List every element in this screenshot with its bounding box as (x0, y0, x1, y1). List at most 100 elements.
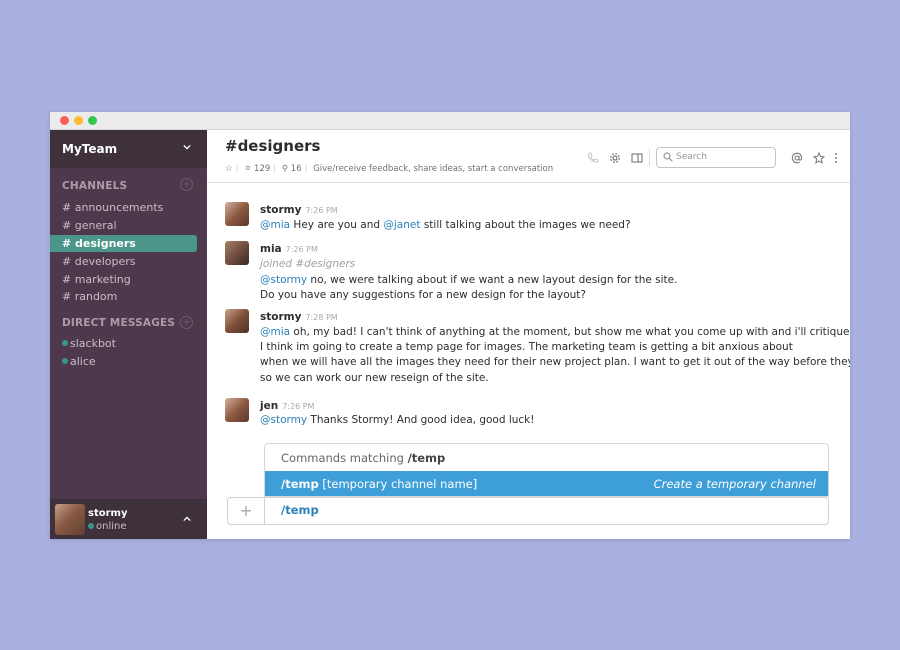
text-segment: Hey are you and (290, 219, 384, 231)
pin-count[interactable]: 16 (291, 164, 302, 174)
command-argument: [temporary channel name] (318, 477, 478, 491)
message-text: @mia oh, my bad! I can't think of anythi… (260, 325, 850, 338)
dm-label: slackbot (70, 337, 116, 350)
author-name: jen (260, 400, 279, 412)
avatar[interactable] (225, 398, 249, 422)
search-input[interactable]: Search (656, 147, 776, 168)
minimize-window-button[interactable] (74, 116, 83, 125)
user-mention[interactable]: @mia (260, 219, 290, 231)
channel-label: random (74, 290, 118, 303)
user-status: online (88, 521, 127, 532)
header-divider (649, 149, 650, 166)
channel-meta: ☆ | ⚪ 129 | ⚲ 16 | Give/receive feedback, s… (225, 164, 554, 174)
gear-icon[interactable] (609, 152, 621, 164)
command-suggestions: Commands matching /temp /temp [temporary… (264, 443, 829, 497)
team-name: MyTeam (62, 142, 118, 156)
user-mention[interactable]: @mia (260, 326, 290, 338)
dm-label: alice (70, 355, 96, 368)
add-channel-icon[interactable]: + (180, 178, 193, 191)
message-text: so we can work our new reseign of the si… (260, 372, 489, 384)
avatar[interactable] (225, 309, 249, 333)
channel-developers[interactable]: # developers (50, 253, 197, 270)
presence-dot-icon (62, 358, 68, 364)
channel-label: developers (74, 255, 136, 268)
message-text: @stormy Thanks Stormy! And good idea, go… (260, 414, 534, 426)
channel-label: announcements (74, 201, 164, 214)
user-name: stormy (88, 508, 128, 519)
search-placeholder: Search (676, 152, 707, 162)
suggestion-description: Create a temporary channel (653, 477, 816, 491)
add-dm-icon[interactable]: + (180, 316, 193, 329)
message-time[interactable]: 7:28 PM (305, 313, 337, 322)
star-icon[interactable]: ☆ (225, 164, 233, 174)
message-text: when we will have all the images they ne… (260, 356, 850, 368)
author-name: stormy (260, 204, 302, 216)
message-time[interactable]: 7:26 PM (286, 245, 318, 254)
channel-label: general (74, 219, 117, 232)
user-mention[interactable]: @stormy (260, 414, 307, 426)
channel-random[interactable]: # random (50, 288, 197, 305)
mentions-icon[interactable] (791, 152, 803, 164)
search-icon (663, 152, 673, 162)
sidebar-toggle-icon[interactable] (631, 152, 643, 164)
channel-topic[interactable]: Give/receive feedback, share ideas, star… (313, 164, 553, 174)
channel-label: designers (75, 237, 136, 250)
member-count[interactable]: 129 (254, 164, 270, 174)
channel-general[interactable]: # general (50, 217, 197, 234)
message-text: @mia Hey are you and @janet still talkin… (260, 219, 631, 231)
plus-icon[interactable]: + (228, 498, 265, 524)
team-menu[interactable]: MyTeam (50, 130, 207, 168)
pin-icon[interactable]: ⚲ (282, 164, 288, 174)
message-time[interactable]: 7:26 PM (282, 402, 314, 411)
avatar[interactable] (225, 241, 249, 265)
channel-header: #designers ☆ | ⚪ 129 | ⚲ 16 | Give/receive … (207, 130, 850, 183)
sidebar: MyTeam CHANNELS + # announcements # gene… (50, 130, 207, 539)
user-mention[interactable]: @stormy (260, 274, 307, 286)
message-input[interactable]: /temp (281, 503, 319, 517)
message-text: I think im going to create a temp page f… (260, 341, 793, 353)
message-author[interactable]: stormy 7:28 PM (260, 311, 338, 323)
user-menu[interactable]: stormy online (50, 499, 207, 539)
text-segment: still talking about the images we need? (420, 219, 631, 231)
text-segment: oh, my bad! I can't think of anything at… (290, 326, 850, 338)
heart-icon (62, 340, 68, 346)
suggestions-heading: Commands matching /temp (281, 451, 445, 465)
close-window-button[interactable] (60, 116, 69, 125)
members-icon[interactable]: ⚪ (244, 164, 251, 174)
author-name: mia (260, 243, 282, 255)
command-name: /temp (281, 477, 319, 491)
title-bar (50, 112, 850, 130)
dm-alice[interactable]: alice (50, 353, 197, 370)
channel-announcements[interactable]: # announcements (50, 199, 197, 216)
user-mention[interactable]: @janet (383, 219, 420, 231)
avatar[interactable] (225, 202, 249, 226)
star-icon[interactable] (813, 152, 825, 164)
text-segment: Thanks Stormy! And good idea, good luck! (307, 414, 535, 426)
dm-heading[interactable]: DIRECT MESSAGES (62, 317, 175, 329)
suggestion-item[interactable]: /temp [temporary channel name] Create a … (265, 471, 828, 496)
chevron-down-icon (183, 144, 191, 150)
suggestion-command: /temp [temporary channel name] (281, 477, 477, 491)
system-message: joined #designers (260, 258, 356, 270)
channel-marketing[interactable]: # marketing (50, 271, 197, 288)
dm-slackbot[interactable]: slackbot (50, 335, 197, 352)
channel-designers[interactable]: # designers (50, 235, 197, 252)
avatar (55, 504, 85, 535)
message-text: Do you have any suggestions for a new de… (260, 289, 586, 301)
message-author[interactable]: mia 7:26 PM (260, 243, 318, 255)
message-author[interactable]: stormy 7:26 PM (260, 204, 338, 216)
main-panel: #designers ☆ | ⚪ 129 | ⚲ 16 | Give/receive … (207, 130, 850, 539)
channel-label: marketing (74, 273, 131, 286)
status-label: online (96, 521, 127, 532)
channel-title[interactable]: #designers (225, 137, 320, 155)
channels-heading[interactable]: CHANNELS (62, 180, 127, 192)
phone-icon[interactable] (587, 152, 599, 164)
heading-command: /temp (407, 451, 446, 465)
maximize-window-button[interactable] (88, 116, 97, 125)
message-composer[interactable]: + /temp (227, 497, 829, 525)
online-status-icon (88, 523, 94, 529)
more-options-icon[interactable] (833, 152, 839, 164)
message-time[interactable]: 7:26 PM (305, 206, 337, 215)
message-author[interactable]: jen 7:26 PM (260, 400, 314, 412)
heading-prefix: Commands matching (281, 451, 408, 465)
